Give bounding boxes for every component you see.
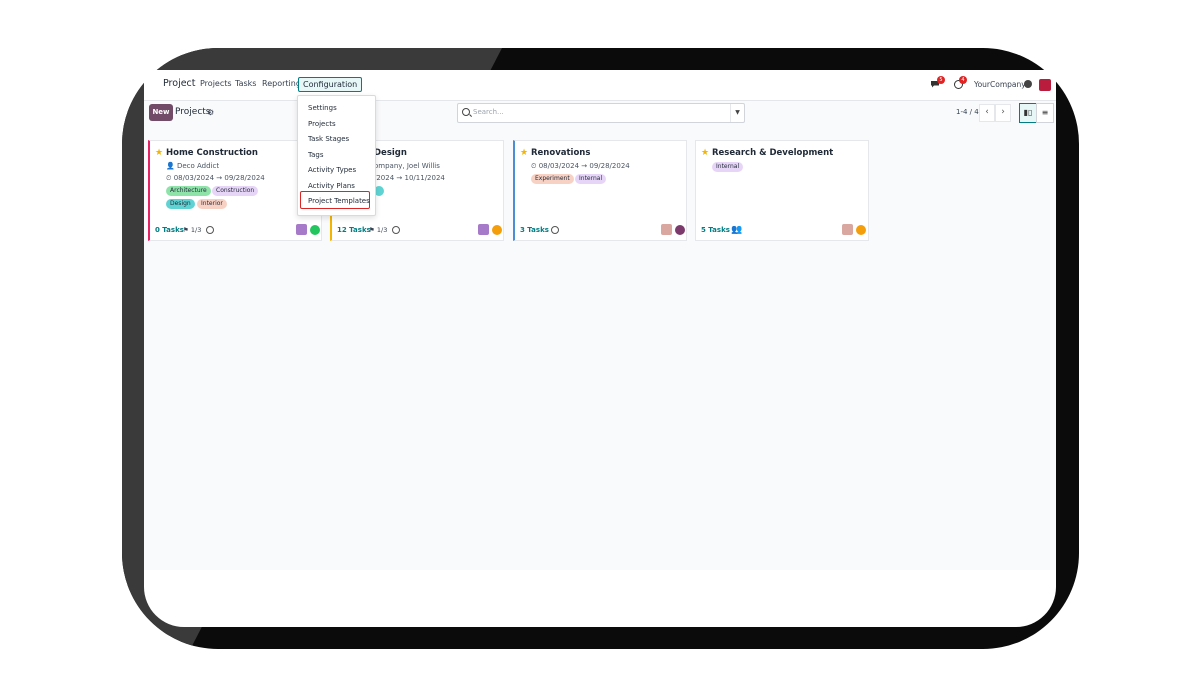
search-input[interactable]: Search... [473, 108, 504, 116]
configuration-dropdown: Settings Projects Task Stages Tags Activ… [297, 95, 376, 216]
menu-item-project-templates[interactable]: Project Templates [308, 197, 370, 205]
end-date: 10/11/2024 [404, 174, 445, 182]
manager-avatar [296, 224, 307, 235]
manager-avatar [842, 224, 853, 235]
search-icon [462, 108, 470, 116]
menu-item-activity-types[interactable]: Activity Types [308, 166, 356, 174]
start-date: 08/03/2024 [173, 174, 215, 182]
menu-reporting[interactable]: Reporting [262, 79, 301, 88]
project-title: Design [374, 148, 407, 158]
search-dropdown-toggle[interactable]: ▼ [730, 104, 744, 122]
menu-projects[interactable]: Projects [200, 79, 232, 88]
activity-badge: 4 [959, 76, 967, 84]
status-dot[interactable] [856, 225, 866, 235]
app-screen: Project Projects Tasks Reporting Configu… [144, 70, 1056, 627]
end-date: 09/28/2024 [224, 174, 265, 182]
tasks-link[interactable]: 3 Tasks [520, 226, 549, 234]
favorite-star-icon[interactable]: ★ [155, 148, 163, 158]
app-name[interactable]: Project [163, 78, 196, 89]
menu-item-projects[interactable]: Projects [308, 120, 336, 128]
project-card-home-construction[interactable]: ★ Home Construction 👤 Deco Addict ⏲ 08/0… [148, 140, 322, 241]
menu-configuration[interactable]: Configuration [298, 77, 363, 92]
menu-tasks[interactable]: Tasks [235, 79, 256, 88]
activity-clock-icon[interactable] [551, 226, 559, 234]
top-navbar: Project Projects Tasks Reporting Configu… [144, 70, 1056, 101]
menu-item-task-stages[interactable]: Task Stages [308, 135, 349, 143]
menu-item-settings[interactable]: Settings [308, 104, 337, 112]
kanban-area: Project Projects Tasks Reporting Configu… [144, 70, 1056, 570]
project-title: Home Construction [166, 148, 258, 158]
project-card-renovations[interactable]: ★ Renovations ⏲ 08/03/2024 → 09/28/2024 … [513, 140, 687, 241]
activity-clock-icon[interactable] [206, 226, 214, 234]
project-card-research-development[interactable]: ★ Research & Development Internal 5 Task… [695, 140, 869, 241]
list-view-button[interactable]: ≡ [1036, 103, 1054, 123]
tasks-link[interactable]: 0 Tasks [155, 226, 184, 234]
chat-badge: 5 [937, 76, 945, 84]
customer-name: ompany, Joel Willis [374, 162, 440, 170]
followers-icon: 👥 [731, 225, 743, 235]
breadcrumb: Projects [175, 107, 211, 117]
status-dot[interactable] [310, 225, 320, 235]
tag-design: Design [166, 199, 195, 209]
milestone-count: 1/3 [190, 226, 202, 234]
end-date: 09/28/2024 [589, 162, 630, 170]
manager-avatar [661, 224, 672, 235]
kanban-view-button[interactable]: ▮▯ [1019, 103, 1037, 123]
menu-item-tags[interactable]: Tags [308, 151, 324, 159]
globe-icon[interactable] [1024, 80, 1032, 88]
customer-line: 👤 Deco Addict [166, 162, 220, 170]
activity-clock-icon[interactable] [392, 226, 400, 234]
user-avatar[interactable] [1039, 79, 1051, 91]
tag-experiment: Experiment [531, 174, 574, 184]
manager-avatar [478, 224, 489, 235]
company-switcher[interactable]: YourCompany [974, 80, 1026, 89]
search-bar[interactable]: Search... ▼ [457, 103, 745, 123]
tasks-link[interactable]: 12 Tasks [337, 226, 371, 234]
date-range: /2024 → 10/11/2024 [374, 174, 445, 182]
new-button[interactable]: New [149, 104, 173, 121]
pager-value[interactable]: 1-4 / 4 [956, 108, 979, 116]
start-date: 08/03/2024 [538, 162, 580, 170]
tasks-link[interactable]: 5 Tasks [701, 226, 730, 234]
pager-prev-button[interactable]: ‹ [979, 104, 995, 122]
project-title: Renovations [531, 148, 591, 158]
gear-icon[interactable]: ⚙ [207, 108, 214, 117]
start-date: /2024 [374, 174, 395, 182]
status-dot[interactable] [675, 225, 685, 235]
milestone-flag: ⚑ 1/3 [369, 226, 388, 234]
favorite-star-icon[interactable]: ★ [520, 148, 528, 158]
status-dot[interactable] [492, 225, 502, 235]
project-title: Research & Development [712, 148, 834, 158]
menu-item-activity-plans[interactable]: Activity Plans [308, 182, 355, 190]
customer-name: Deco Addict [176, 162, 220, 170]
date-range: ⏲ 08/03/2024 → 09/28/2024 [166, 174, 265, 182]
tag-architecture: Architecture [166, 186, 211, 196]
tag-interior: Interior [197, 199, 227, 209]
tag-construction: Construction [212, 186, 259, 196]
date-range: ⏲ 08/03/2024 → 09/28/2024 [531, 162, 630, 170]
pager-next-button[interactable]: › [995, 104, 1011, 122]
tag-internal: Internal [712, 162, 744, 172]
milestone-count: 1/3 [376, 226, 388, 234]
tag-internal: Internal [575, 174, 607, 184]
milestone-flag: ⚑ 1/3 [183, 226, 202, 234]
favorite-star-icon[interactable]: ★ [701, 148, 709, 158]
